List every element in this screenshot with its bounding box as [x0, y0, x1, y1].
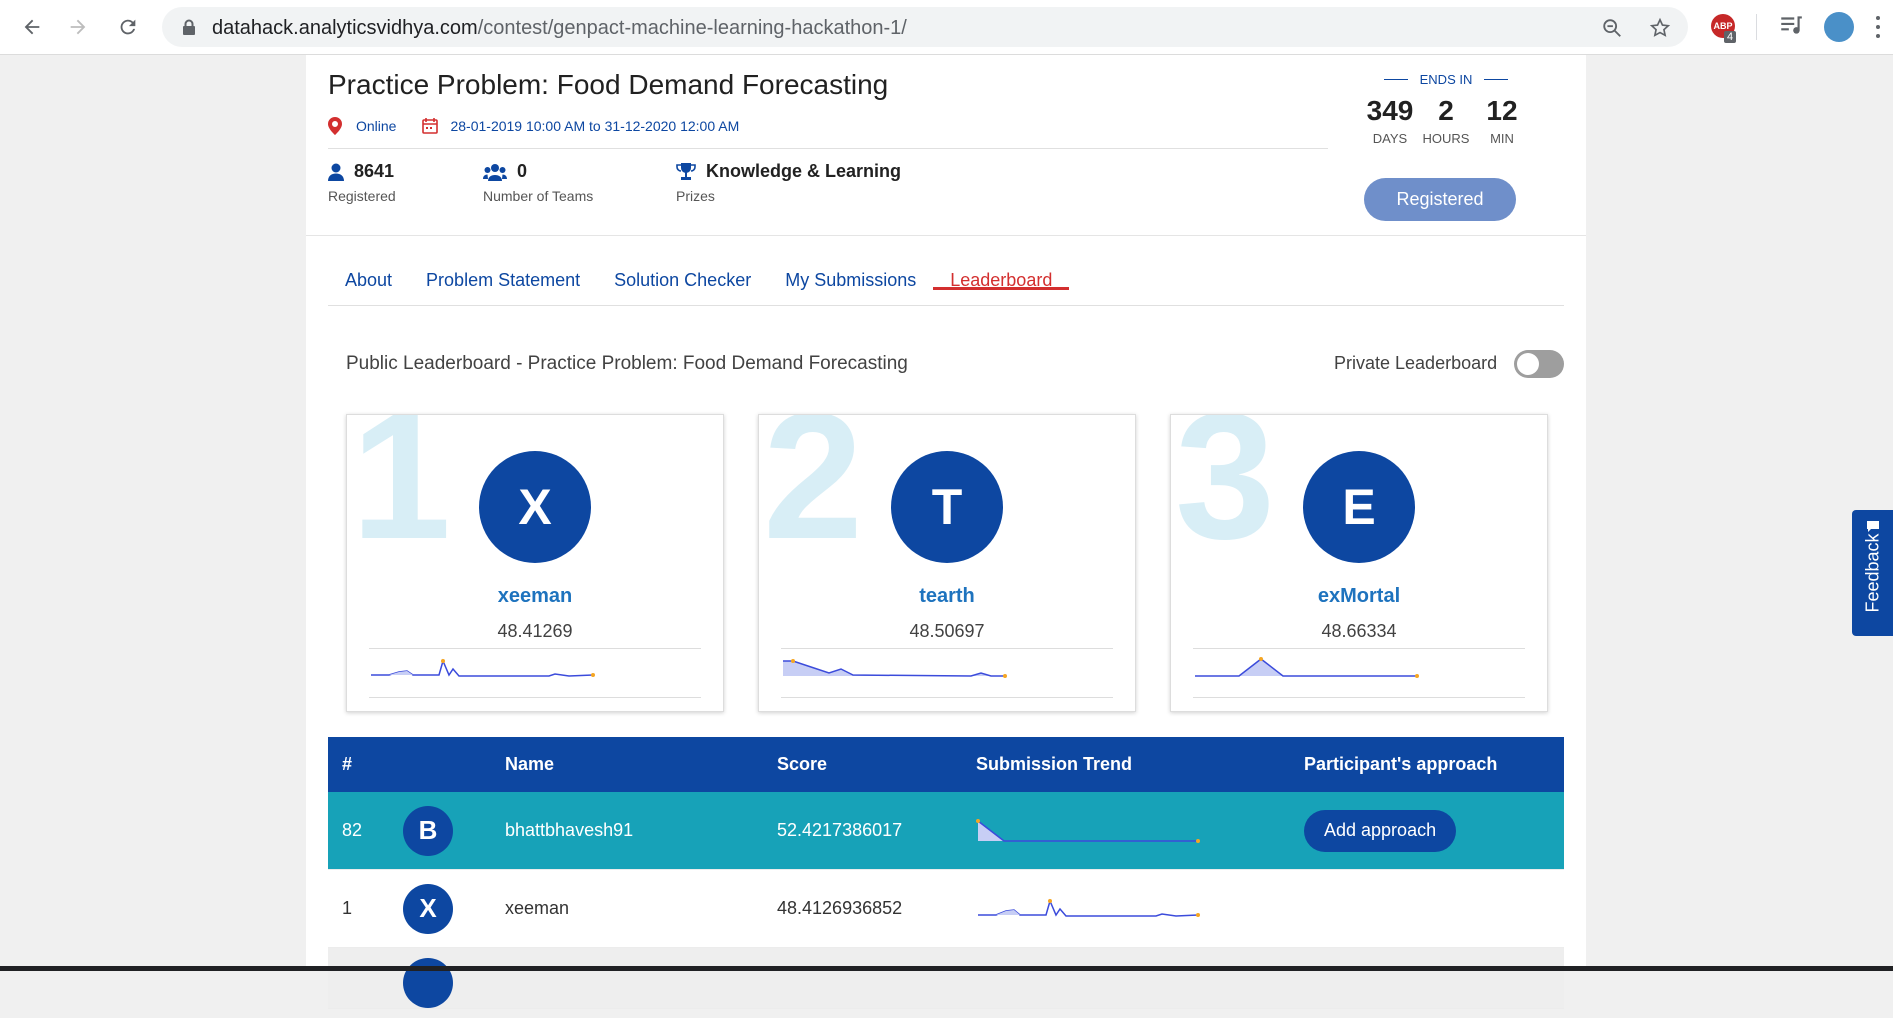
col-trend: Submission Trend: [976, 754, 1133, 774]
table-row: [328, 948, 1564, 1009]
location-text: Online: [356, 118, 397, 134]
private-leaderboard-toggle[interactable]: [1514, 350, 1564, 378]
row-score: 52.4217386017: [777, 820, 903, 840]
back-icon[interactable]: [17, 12, 47, 42]
teams-label: Number of Teams: [483, 188, 594, 204]
podium-name-link[interactable]: tearth: [759, 585, 1135, 608]
min-value: 12: [1486, 95, 1518, 126]
row-name[interactable]: xeeman: [505, 870, 569, 947]
users-group-icon: [483, 163, 507, 181]
registered-label: Registered: [328, 188, 396, 204]
prizes-label: Prizes: [676, 188, 715, 204]
contest-header: Practice Problem: Food Demand Forecastin…: [306, 55, 1586, 236]
tab-solution-checker[interactable]: Solution Checker: [597, 240, 768, 290]
taskbar-strip: [0, 966, 1893, 971]
leaderboard-title: Public Leaderboard - Practice Problem: F…: [346, 353, 908, 374]
sparkline: [781, 648, 1113, 698]
podium-name-link[interactable]: xeeman: [347, 585, 723, 608]
hours-label: HOURS: [1422, 131, 1470, 146]
sparkline: [369, 648, 701, 698]
feedback-label: Feedback: [1862, 533, 1882, 613]
avatar: B: [403, 805, 453, 856]
adblock-count: 4: [1724, 31, 1737, 43]
lock-icon: [183, 19, 195, 35]
contest-meta: Online 28-01-2019 10:00 AM to 31-12-2020…: [328, 117, 739, 135]
days-value: 349: [1366, 95, 1414, 126]
location-pin-icon: [328, 117, 342, 135]
forward-icon[interactable]: [63, 12, 93, 42]
private-leaderboard-label: Private Leaderboard: [1334, 353, 1498, 373]
row-score: 48.4126936852: [777, 898, 903, 918]
podium-rank: 2: [763, 414, 864, 577]
col-name: Name: [505, 754, 555, 774]
col-score: Score: [777, 754, 828, 774]
row-rank: 1: [342, 898, 353, 918]
contest-page: Practice Problem: Food Demand Forecastin…: [306, 55, 1586, 1009]
row-rank: 82: [342, 820, 363, 840]
url-text: datahack.analyticsvidhya.com/contest/gen…: [212, 17, 907, 39]
star-icon[interactable]: [1649, 17, 1671, 39]
days-label: DAYS: [1372, 131, 1408, 146]
row-name[interactable]: bhattbhavesh91: [505, 792, 633, 869]
page-title: Practice Problem: Food Demand Forecastin…: [328, 69, 889, 100]
contest-tabs: About Problem Statement Solution Checker…: [328, 255, 1564, 306]
avatar: E: [1303, 451, 1415, 563]
countdown: ENDS IN 349 DAYS 2 HOURS 12 MIN: [1351, 72, 1541, 146]
registered-stat: 8641 Registered: [328, 161, 396, 204]
table-header: # Name Score Submission Trend Participan…: [328, 737, 1564, 792]
podium-card-3: 3 E exMortal 48.66334: [1170, 414, 1548, 712]
address-bar[interactable]: datahack.analyticsvidhya.com/contest/gen…: [162, 7, 1688, 47]
avatar: X: [403, 883, 453, 934]
podium-rank: 3: [1175, 414, 1276, 577]
zoom-icon[interactable]: [1601, 17, 1623, 39]
calendar-icon: [422, 118, 439, 134]
hours-value: 2: [1438, 95, 1454, 126]
browser-toolbar: datahack.analyticsvidhya.com/contest/gen…: [0, 0, 1893, 55]
teams-stat: 0 Number of Teams: [483, 161, 593, 204]
podium-score: 48.66334: [1321, 621, 1397, 641]
reload-icon[interactable]: [113, 12, 143, 42]
table-row: 82 B bhattbhavesh91 52.4217386017 Add ap…: [328, 792, 1564, 870]
tab-about[interactable]: About: [328, 240, 409, 290]
registered-count: 8641: [354, 161, 395, 181]
teams-count: 0: [517, 161, 528, 181]
header-divider: [328, 148, 1328, 149]
col-approach: Participant's approach: [1304, 754, 1498, 774]
row-trend: [976, 792, 1206, 869]
feedback-tab[interactable]: Feedback: [1852, 510, 1893, 636]
chat-bubble-icon: [1867, 521, 1879, 532]
profile-avatar-icon[interactable]: [1824, 12, 1854, 42]
podium-card-1: 1 X xeeman 48.41269: [346, 414, 724, 712]
podium-card-2: 2 T tearth 48.50697: [758, 414, 1136, 712]
podium-rank: 1: [351, 414, 452, 577]
ends-in-label: ENDS IN: [1419, 72, 1473, 87]
trophy-icon: [676, 162, 696, 180]
menu-dots-icon[interactable]: [1876, 14, 1880, 40]
avatar: T: [891, 451, 1003, 563]
date-range: 28-01-2019 10:00 AM to 31-12-2020 12:00 …: [450, 118, 740, 134]
podium-score: 48.41269: [497, 621, 573, 641]
toggle-knob: [1517, 353, 1539, 375]
podium-score: 48.50697: [909, 621, 985, 641]
avatar: X: [479, 451, 591, 563]
user-icon: [328, 163, 344, 181]
add-approach-button[interactable]: Add approach: [1304, 809, 1457, 852]
tab-leaderboard[interactable]: Leaderboard: [933, 240, 1070, 290]
media-queue-icon[interactable]: [1778, 12, 1804, 38]
tab-problem-statement[interactable]: Problem Statement: [409, 240, 597, 290]
col-rank: #: [342, 754, 353, 774]
min-label: MIN: [1490, 131, 1514, 146]
toolbar-divider: [1756, 14, 1757, 40]
row-trend: [976, 870, 1206, 947]
table-row: 1 X xeeman 48.4126936852: [328, 870, 1564, 948]
registered-button[interactable]: Registered: [1364, 178, 1516, 221]
prize-value: Knowledge & Learning: [706, 161, 902, 181]
tab-my-submissions[interactable]: My Submissions: [768, 240, 933, 290]
podium-name-link[interactable]: exMortal: [1171, 585, 1547, 608]
prizes-stat: Knowledge & Learning Prizes: [676, 161, 901, 204]
sparkline: [1193, 648, 1525, 698]
